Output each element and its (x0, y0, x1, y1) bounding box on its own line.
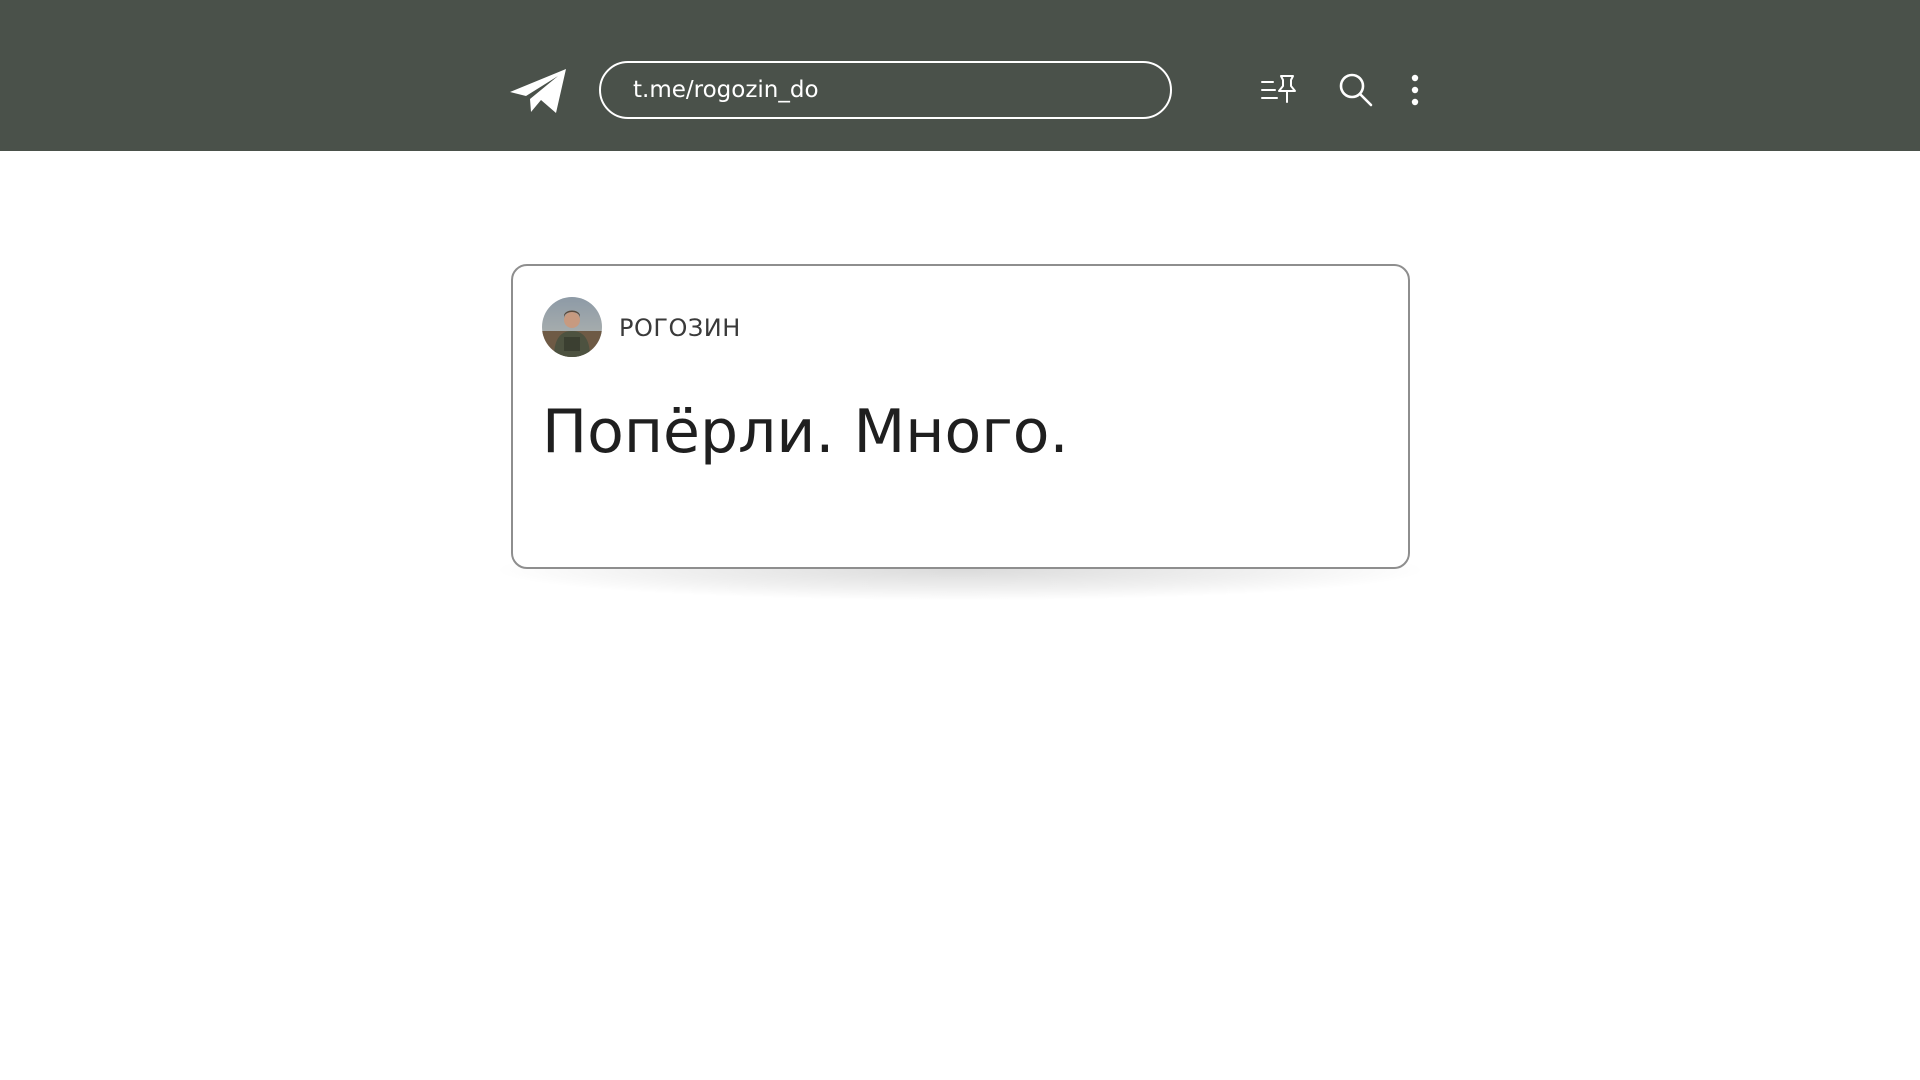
top-bar: t.me/rogozin_do (0, 0, 1920, 151)
channel-name[interactable]: РОГОЗИН (619, 314, 741, 342)
more-options-button[interactable] (1400, 68, 1430, 112)
pinned-list-icon (1261, 75, 1296, 103)
search-button[interactable] (1334, 68, 1378, 112)
search-icon (1339, 73, 1373, 107)
post-text: Попёрли. Много. (542, 397, 1069, 467)
telegram-icon[interactable] (508, 66, 568, 116)
pinned-list-button[interactable] (1258, 68, 1300, 112)
avatar-photo (542, 297, 602, 357)
channel-avatar[interactable] (542, 297, 602, 357)
url-field[interactable]: t.me/rogozin_do (599, 61, 1172, 119)
post-card: РОГОЗИН Попёрли. Много. (511, 264, 1410, 569)
more-vertical-icon (1411, 74, 1419, 106)
